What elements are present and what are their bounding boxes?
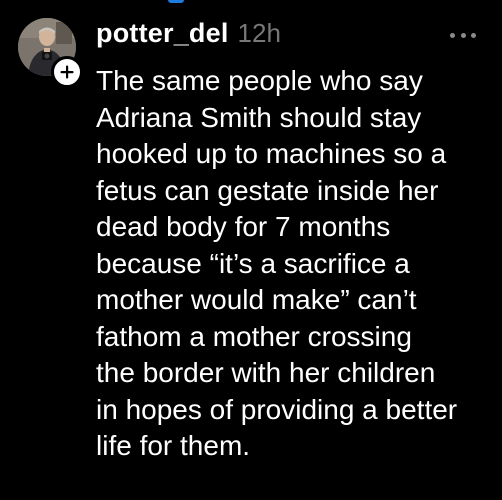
post-text-line: The same people who say (96, 65, 423, 96)
post-body: The same people who say Adriana Smith sh… (96, 63, 496, 465)
post-text-line: in hopes of providing a better (96, 393, 458, 425)
post-text-line: mother would make” can’t (96, 284, 417, 315)
avatar-container[interactable] (18, 18, 83, 88)
post-text-line: life for them. (96, 430, 251, 461)
more-options-icon[interactable] (450, 31, 476, 39)
scroll-indicator (168, 0, 184, 3)
post-text-line: dead body for 7 months (96, 211, 391, 242)
post-text-line: hooked up to machines so a (96, 138, 447, 169)
plus-icon (60, 65, 74, 79)
follow-button[interactable] (51, 56, 83, 88)
more-dot (471, 32, 476, 38)
username[interactable]: potter_del (96, 18, 229, 49)
post-text-line: fetus can gestate inside her (96, 174, 439, 206)
post-text-line: the border with her children (96, 357, 436, 388)
more-dot (460, 32, 466, 38)
post-text-line: fathom a mother crossing (96, 320, 412, 352)
post-text-line: Adriana Smith should stay (96, 101, 422, 133)
post-text-line: because “it’s a sacrifice a (96, 247, 410, 279)
more-dot (450, 32, 455, 38)
timestamp[interactable]: 12h (238, 18, 281, 49)
post-header: potter_del 12h (96, 18, 281, 49)
